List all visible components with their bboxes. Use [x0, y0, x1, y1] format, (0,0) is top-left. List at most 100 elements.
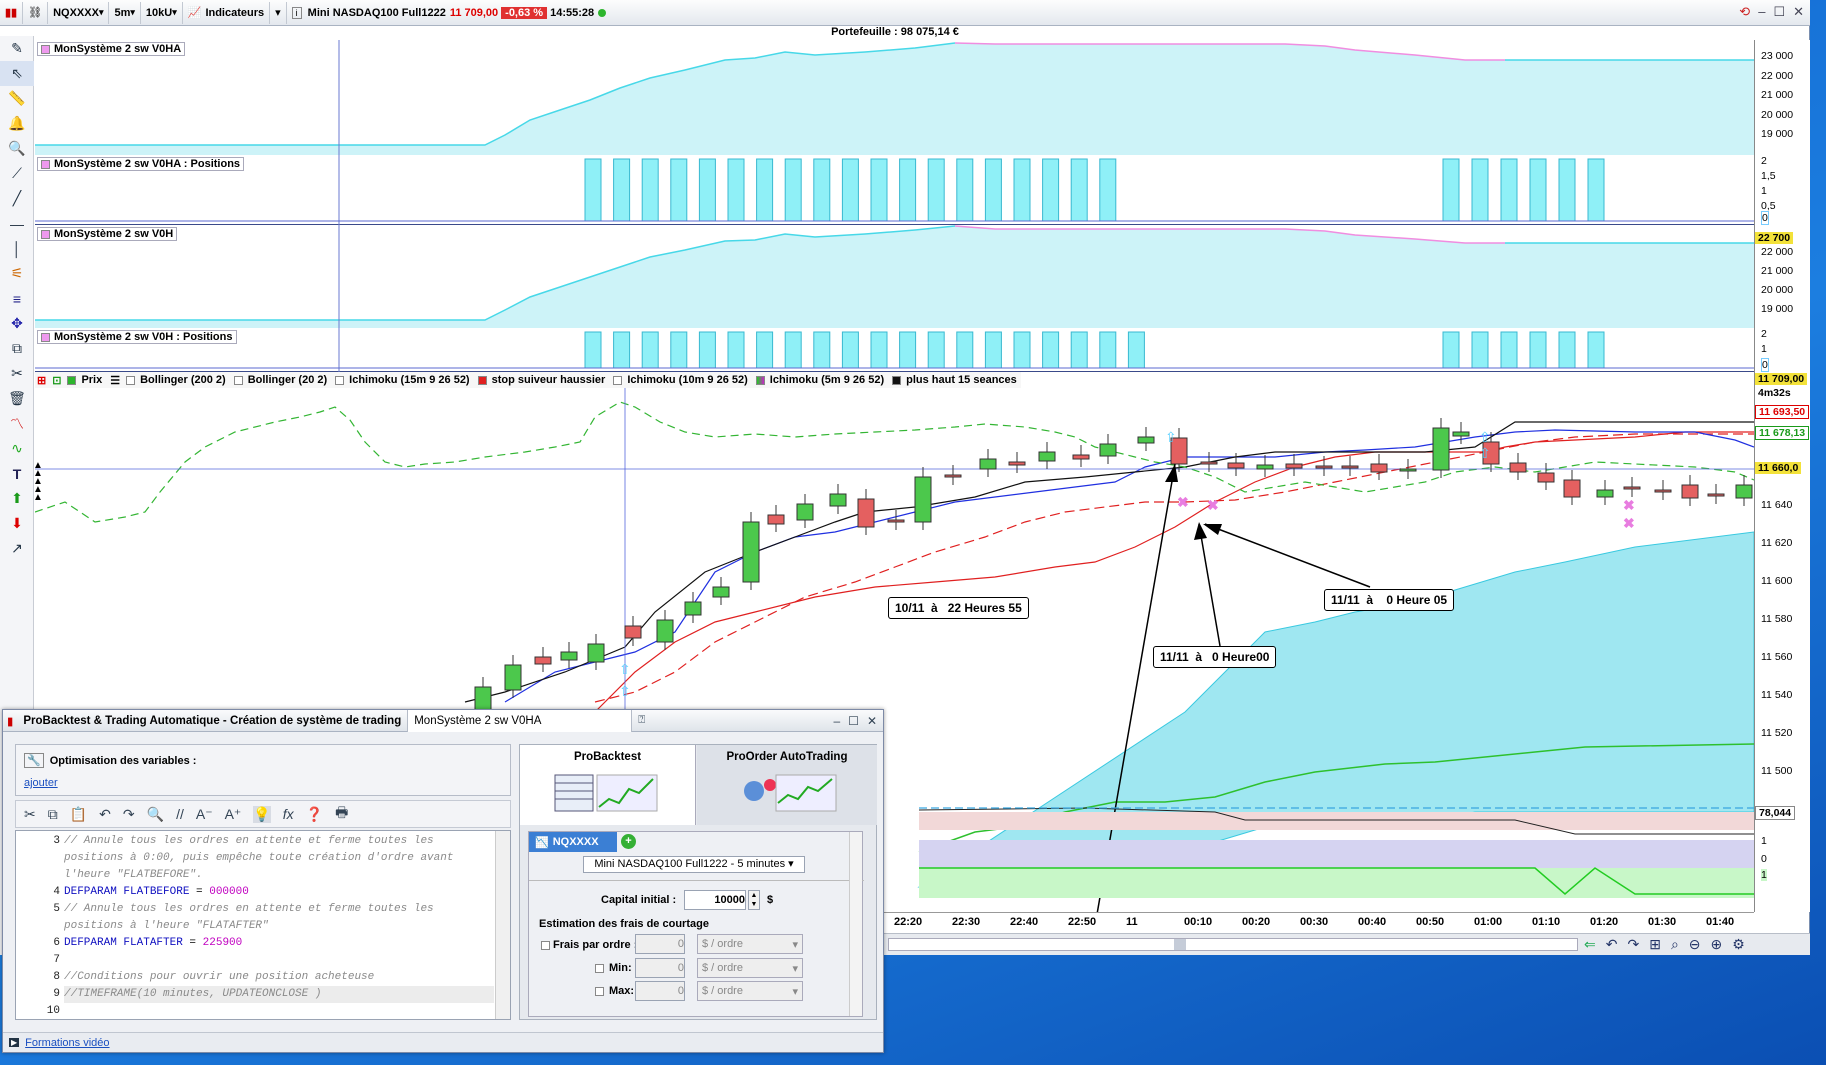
max-unit-select[interactable]: $ / ordre ▾ — [697, 981, 803, 1001]
paste-icon[interactable]: 📋 — [70, 806, 87, 823]
search-icon[interactable]: 🔍 — [147, 806, 164, 823]
legend-ichimoku-15m[interactable]: Ichimoku (15m 9 26 52) — [333, 374, 473, 386]
capital-input[interactable] — [684, 890, 746, 910]
dialog-maximize-button[interactable]: ☐ — [848, 714, 859, 728]
info-icon[interactable]: i — [291, 6, 302, 19]
legend-price[interactable]: Prix — [65, 374, 106, 386]
maximize-button[interactable]: ☐ — [1773, 4, 1785, 20]
units-select[interactable]: 10kU — [141, 1, 183, 24]
arrow-draw-icon[interactable]: ↗ — [0, 536, 34, 561]
close-button[interactable]: ✕ — [1793, 4, 1804, 20]
tab-proorder[interactable]: ProOrder AutoTrading — [697, 745, 877, 825]
scrollbar-track[interactable] — [888, 938, 1578, 951]
code-line[interactable]: DEFPARAM FLATAFTER = 225900 — [64, 935, 494, 952]
zoom-in-icon[interactable]: ⊕ — [1711, 936, 1723, 953]
min-input[interactable] — [635, 958, 685, 978]
code-editor[interactable]: 3 // Annule tous les ordres en attente et… — [15, 830, 511, 1020]
pane-label[interactable]: MonSystème 2 sw V0HA : Positions — [37, 157, 245, 171]
code-line[interactable]: //TIMEFRAME(10 minutes, UPDATEONCLOSE ) — [64, 986, 494, 1003]
zoom-area-icon[interactable]: ⌕ — [1671, 936, 1679, 953]
tab-probacktest[interactable]: ProBacktest — [520, 745, 696, 825]
max-checkbox[interactable] — [595, 987, 604, 996]
alert-bell-icon[interactable]: 🔔 — [0, 111, 34, 136]
arrow-up-icon[interactable]: ⬆ — [0, 486, 34, 511]
cursor-icon[interactable]: ⇖ — [0, 61, 34, 86]
code-line[interactable]: positions à 0:00, puis empêche toute cré… — [64, 850, 494, 867]
legend-highest[interactable]: plus haut 15 seances — [890, 374, 1021, 386]
trend-icon[interactable]: 〽 — [0, 411, 34, 436]
scrollbar-thumb[interactable] — [1174, 939, 1186, 950]
redo-icon[interactable]: ↷ — [123, 806, 135, 823]
copy-icon[interactable]: ⧉ — [48, 806, 58, 823]
ticker-select[interactable]: NQXXXX — [48, 1, 110, 24]
legend-list-icon[interactable]: ☰ — [108, 374, 122, 387]
annotation-entry[interactable]: 10/11 à 22 Heures 55 — [888, 597, 1029, 619]
pane-label[interactable]: MonSystème 2 sw V0H : Positions — [37, 330, 237, 344]
fit-icon[interactable]: ⊞ — [1649, 936, 1661, 953]
bollinger20-checkbox[interactable] — [233, 375, 243, 385]
code-line[interactable]: //Conditions pour ouvrir une position ac… — [64, 969, 494, 986]
pane-label[interactable]: MonSystème 2 sw V0H — [37, 227, 178, 241]
tools-icon[interactable]: ✂ — [0, 361, 34, 386]
positions-pane-v0h[interactable]: MonSystème 2 sw V0H : Positions — [35, 328, 1754, 372]
pane-label[interactable]: MonSystème 2 sw V0HA — [37, 42, 186, 56]
dialog-close-button[interactable]: ✕ — [867, 714, 877, 728]
zoom-icon[interactable]: 🔍 — [0, 136, 34, 161]
axis-equity-v0ha[interactable]: 23 000 22 000 21 000 20 000 19 000 — [1754, 40, 1810, 155]
text-icon[interactable]: T — [0, 461, 34, 486]
code-line[interactable]: positions à l'heure "FLATAFTER" — [64, 918, 494, 935]
arrow-down-icon[interactable]: ⬇ — [0, 511, 34, 536]
sync-icon[interactable]: ⟲ — [1739, 4, 1750, 20]
comment-icon[interactable]: // — [176, 806, 184, 822]
time-axis[interactable]: 22:20 22:30 22:40 22:50 11 00:10 00:20 00:30 00:… — [884, 912, 1754, 932]
legend-bollinger-200[interactable]: Bollinger (200 2) — [124, 374, 230, 386]
indicators-dropdown[interactable]: ▾ — [270, 1, 287, 24]
ticker-tab[interactable]: 📉 NQXXXX — [529, 832, 617, 852]
line-icon[interactable]: ╱ — [0, 186, 34, 211]
legend-add-icon[interactable]: ⊞ — [35, 374, 48, 387]
help-icon[interactable]: ❓ — [306, 806, 323, 823]
fees-per-order-checkbox[interactable] — [541, 941, 550, 950]
font-decrease-icon[interactable]: A⁻ — [196, 806, 213, 823]
ruler-icon[interactable]: 📏 — [0, 86, 34, 111]
dialog-tab-system[interactable]: MonSystème 2 sw V0HA — [408, 709, 633, 732]
chart-type-icon[interactable]: ▮▮ — [0, 1, 24, 24]
font-increase-icon[interactable]: A⁺ — [225, 806, 242, 823]
video-training-link[interactable]: Formations vidéo — [25, 1037, 109, 1049]
positions-pane-v0ha[interactable]: MonSystème 2 sw V0HA : Positions — [35, 155, 1754, 225]
capital-stepper[interactable]: ▲ ▼ — [748, 890, 760, 910]
new-tab-icon[interactable]: ⍰ — [632, 714, 651, 727]
legend-ichimoku-10m[interactable]: Ichimoku (10m 9 26 52) — [611, 374, 751, 386]
scroll-left-icon[interactable]: ⇐ — [1584, 936, 1596, 953]
timeframe-select[interactable]: 5m — [109, 1, 141, 24]
function-icon[interactable]: fx — [283, 806, 294, 822]
legend-bollinger-20[interactable]: Bollinger (20 2) — [232, 374, 331, 386]
legend-stop[interactable]: stop suiveur haussier — [476, 374, 610, 386]
annotation-reentry[interactable]: 11/11 à 0 Heure 05 — [1324, 589, 1455, 611]
pencil-icon[interactable]: ✎ — [0, 36, 34, 61]
copy-icon[interactable]: ⧉ — [0, 336, 34, 361]
redo-icon[interactable]: ↷ — [1627, 936, 1639, 953]
axis-positions-v0h[interactable]: 2 1 0 — [1754, 328, 1810, 372]
cut-icon[interactable]: ✂ — [24, 806, 36, 823]
annotation-exit[interactable]: 11/11 à 0 Heure00 — [1153, 646, 1277, 668]
instrument-select[interactable]: Mini NASDAQ100 Full1222 - 5 minutes ▾ — [583, 856, 805, 873]
lightbulb-icon[interactable]: 💡 — [253, 805, 271, 823]
undo-icon[interactable]: ↶ — [99, 806, 111, 823]
vertical-line-icon[interactable]: │ — [0, 236, 34, 261]
add-variable-link[interactable]: ajouter — [24, 777, 58, 789]
code-line[interactable]: // Annule tous les ordres en attente et … — [64, 833, 494, 850]
minimize-button[interactable]: – — [1758, 4, 1765, 20]
bollinger200-checkbox[interactable] — [126, 375, 136, 385]
channel-icon[interactable]: ≡ — [0, 286, 34, 311]
ichimoku15-checkbox[interactable] — [335, 375, 345, 385]
code-line[interactable]: DEFPARAM FLATBEFORE = 000000 — [64, 884, 494, 901]
settings-scrollbar[interactable] — [849, 832, 862, 1016]
axis-price[interactable]: 11 709,00 4m32s 11 693,50 11 678,13 11 6… — [1754, 372, 1810, 912]
wave-icon[interactable]: ∿ — [0, 436, 34, 461]
equity-pane-v0h[interactable]: MonSystème 2 sw V0H — [35, 225, 1754, 328]
settings-icon[interactable]: ⚙ — [1732, 936, 1745, 953]
legend-ichimoku-5m[interactable]: Ichimoku (5m 9 26 52) — [754, 374, 888, 386]
add-ticker-icon[interactable]: + — [621, 834, 636, 849]
axis-equity-v0h[interactable]: 22 700 22 000 21 000 20 000 19 000 — [1754, 225, 1810, 328]
